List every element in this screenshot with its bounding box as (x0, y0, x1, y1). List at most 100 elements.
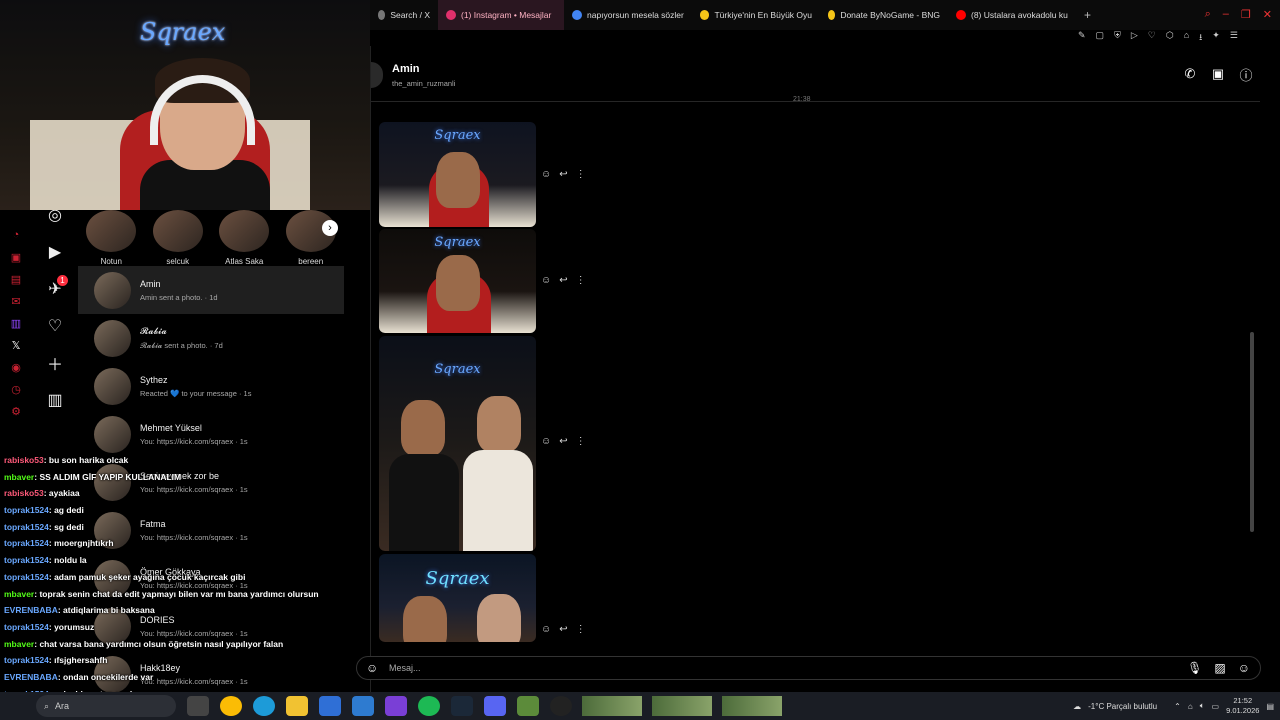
scrollbar-thumb[interactable] (1250, 332, 1254, 532)
volume-icon[interactable]: 🔈︎ (1200, 701, 1205, 711)
note-item[interactable]: bereen (278, 210, 345, 266)
taskbar-window-thumb[interactable] (652, 696, 712, 716)
search-icon[interactable]: ⌕ (1205, 8, 1211, 21)
file-explorer-icon[interactable] (286, 696, 308, 716)
conversation-item[interactable]: 𝓡𝓪𝓫𝓲𝓪 𝓡𝓪𝓫𝓲𝓪 sent a photo. · 7d (78, 314, 344, 362)
vpn-icon[interactable] (352, 696, 374, 716)
message-photo[interactable]: Sqraex (379, 229, 536, 333)
message-photo[interactable]: Sqraex (379, 336, 536, 551)
react-icon[interactable]: ☺ (541, 169, 551, 180)
browser-tab[interactable]: napıyorsun mesela sözler (564, 0, 692, 30)
message-scrollbar[interactable] (1250, 102, 1256, 692)
conversation-text: Sythez Reacted 💙 to your message · 1s (140, 375, 251, 398)
note-item[interactable]: selcuk (145, 210, 212, 266)
record-icon[interactable]: ◉ (0, 356, 32, 378)
conversation-item[interactable]: Amin Amin sent a photo. · 1d (78, 266, 344, 314)
weather-icon: ☁ (1073, 701, 1082, 711)
clock-icon[interactable]: ◷ (0, 378, 32, 400)
info-icon[interactable]: ⓘ (1238, 66, 1254, 83)
message-photo[interactable]: Sqraex (379, 122, 536, 227)
phone-icon[interactable]: ✆ (1182, 66, 1198, 82)
heart-icon[interactable]: ♡ (1148, 30, 1156, 46)
more-icon[interactable]: ⋮ (576, 624, 586, 635)
battery-icon[interactable]: ▭ (1212, 702, 1220, 711)
extensions-icon[interactable]: ⬡ (1166, 30, 1174, 46)
app-icon[interactable] (385, 696, 407, 716)
pin-icon[interactable]: ✎ (1078, 30, 1086, 46)
chat-username: EVRENBABA (4, 671, 58, 682)
notifications-icon[interactable]: ♡ (32, 307, 78, 344)
messages-icon[interactable]: ✈ 1 (32, 270, 78, 307)
edge-icon[interactable] (253, 696, 275, 716)
message-actions: ☺ ↩ ⋮ (541, 275, 586, 286)
discord-icon[interactable] (484, 696, 506, 716)
react-icon[interactable]: ☺ (541, 436, 551, 447)
chevron-up-icon[interactable]: ⌃ (1174, 702, 1181, 711)
settings-icon[interactable]: ⚙ (0, 400, 32, 422)
react-icon[interactable]: ☺ (541, 275, 551, 286)
video-call-icon[interactable]: ▣ (1210, 66, 1226, 82)
twitch-icon[interactable]: ▥ (0, 312, 32, 334)
conversation-item[interactable]: Sythez Reacted 💙 to your message · 1s (78, 362, 344, 410)
react-icon[interactable]: ☺ (541, 624, 551, 635)
dm-avatar[interactable] (371, 62, 383, 88)
create-icon[interactable]: ＋ (32, 344, 78, 381)
menu-icon[interactable]: ☰ (1230, 30, 1238, 46)
mail-icon[interactable]: ✉ (0, 290, 32, 312)
taskbar-window-thumb[interactable] (722, 696, 782, 716)
taskbar-window-thumb[interactable] (582, 696, 642, 716)
browser-tab[interactable]: (1) Instagram • Mesajlar (438, 0, 564, 30)
minimize-icon[interactable]: – (1223, 8, 1229, 21)
note-item[interactable]: Atlas Saka (211, 210, 278, 266)
message-photo[interactable]: Sqraex (379, 554, 536, 642)
note-item[interactable]: Notun (78, 210, 145, 266)
bag-icon[interactable]: ▣ (0, 246, 32, 268)
ai-icon[interactable]: ✦ (1212, 30, 1220, 46)
chrome-icon[interactable] (220, 696, 242, 716)
image-icon[interactable]: ▨ (1214, 661, 1225, 675)
download-icon[interactable]: ⭳ (1199, 30, 1202, 46)
chevron-right-icon[interactable]: › (322, 220, 338, 236)
browser-tab[interactable]: Türkiye'nin En Büyük Oyu (692, 0, 820, 30)
browser-tab[interactable]: Search / X (370, 0, 438, 30)
reply-icon[interactable]: ↩ (559, 624, 567, 635)
message-input[interactable] (389, 660, 1149, 676)
emoji-icon[interactable]: ☺ (366, 661, 378, 675)
weather-text[interactable]: -1°C Parçalı bulutlu (1088, 702, 1157, 711)
x-icon[interactable]: 𝕏 (0, 334, 32, 356)
restore-icon[interactable]: ❐ (1241, 8, 1251, 21)
more-icon[interactable]: ⋮ (576, 275, 586, 286)
obs-icon[interactable] (550, 696, 572, 716)
sticker-icon[interactable]: ☺ (1238, 661, 1250, 675)
browser-tab[interactable]: Donate ByNoGame - BNG (820, 0, 948, 30)
spotify-icon[interactable] (418, 696, 440, 716)
task-view-icon[interactable] (187, 696, 209, 716)
close-icon[interactable]: ✕ (1263, 8, 1272, 21)
conversation-item[interactable]: Mehmet Yüksel You: https://kick.com/sqrae… (78, 410, 344, 458)
steam-icon[interactable] (451, 696, 473, 716)
taskbar-search[interactable]: ⌕ Ara (36, 695, 176, 717)
reply-icon[interactable]: ↩ (559, 169, 567, 180)
wallet-icon[interactable]: ⌂ (1184, 30, 1189, 46)
browser-tab[interactable]: (8) Ustalara avokadolu ku (948, 0, 1076, 30)
more-icon[interactable]: ⋮ (576, 436, 586, 447)
game-icon[interactable] (517, 696, 539, 716)
wallet-icon[interactable]: ▤ (0, 268, 32, 290)
new-tab-button[interactable]: + (1076, 0, 1099, 30)
dm-contact-name[interactable]: Amin (392, 63, 420, 75)
network-icon[interactable]: ⌂ (1188, 702, 1193, 711)
reply-icon[interactable]: ↩ (559, 275, 567, 286)
store-icon[interactable] (319, 696, 341, 716)
taskbar-clock[interactable]: 21:52 9.01.2026 (1226, 696, 1259, 716)
reels-icon[interactable]: ▶ (32, 233, 78, 270)
chat-username: toprak1524 (4, 538, 49, 549)
history-icon[interactable]: ◔ (0, 224, 32, 246)
screenshot-icon[interactable]: ▢ (1096, 30, 1105, 46)
dashboard-icon[interactable]: ▥ (32, 381, 78, 418)
notification-icon[interactable]: ▤ (1266, 702, 1274, 711)
play-icon[interactable]: ▷ (1131, 30, 1138, 46)
more-icon[interactable]: ⋮ (576, 169, 586, 180)
reply-icon[interactable]: ↩ (559, 436, 567, 447)
shield-icon[interactable]: ⛨ (1114, 30, 1121, 46)
microphone-icon[interactable]: 🎙︎ (1187, 661, 1202, 675)
